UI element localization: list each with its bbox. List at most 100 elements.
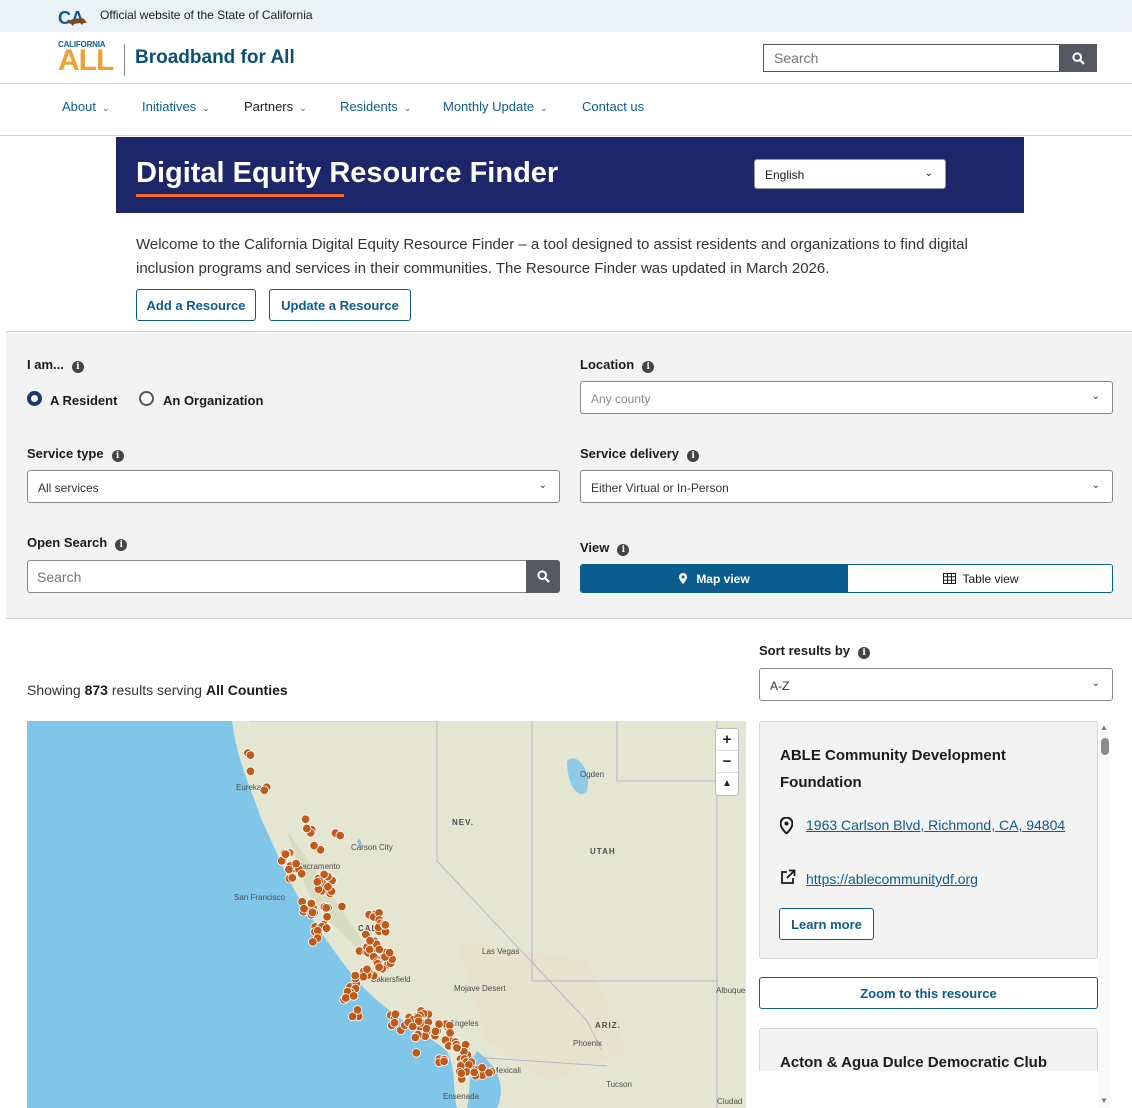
service-delivery-label: Service delivery i (580, 446, 700, 462)
resource-map-marker[interactable] (297, 869, 307, 879)
resource-map-marker[interactable] (322, 912, 332, 922)
resource-map-marker[interactable] (300, 814, 311, 825)
info-icon[interactable]: i (858, 647, 871, 659)
add-resource-button[interactable]: Add a Resource (136, 289, 256, 321)
map-view-button[interactable]: Map view (581, 565, 848, 592)
resource-map-marker[interactable] (445, 1028, 455, 1038)
resource-map-marker[interactable] (484, 1068, 494, 1078)
location-select[interactable]: Any county ⌄ (580, 381, 1113, 414)
resource-map-marker[interactable] (307, 907, 318, 918)
info-icon[interactable]: i (71, 361, 84, 373)
search-icon (1072, 51, 1085, 65)
nav-item-partners[interactable]: Partners ⌄ (244, 99, 307, 114)
resource-map-marker[interactable] (408, 1021, 418, 1032)
table-view-label: Table view (962, 571, 1019, 586)
resource-map-marker[interactable] (469, 1067, 479, 1078)
radio-resident-label[interactable]: A Resident (50, 393, 117, 408)
label-text: Service type (27, 446, 104, 461)
resource-map-marker[interactable] (390, 1009, 401, 1019)
open-search-input[interactable] (27, 560, 526, 593)
service-type-select[interactable]: All services ⌄ (27, 470, 560, 503)
table-view-button[interactable]: Table view (848, 565, 1112, 592)
scrollbar-thumb[interactable] (1101, 738, 1109, 755)
scroll-down-icon[interactable]: ▼ (1100, 1096, 1108, 1105)
resource-map-marker[interactable] (291, 858, 301, 869)
search-icon (536, 570, 550, 583)
nav-item-about[interactable]: About ⌄ (62, 99, 110, 114)
resource-map-marker[interactable] (389, 1018, 400, 1028)
compass-north-icon[interactable]: ▲ (716, 773, 738, 795)
resource-map-marker[interactable] (323, 882, 333, 892)
resource-website-link[interactable]: https://ablecommunitydf.org (806, 868, 978, 891)
resource-map-marker[interactable] (452, 1043, 462, 1053)
info-icon[interactable]: i (617, 544, 630, 556)
nav-item-contact-us[interactable]: Contact us (582, 99, 644, 114)
resource-card: ABLE Community Development Foundation 19… (759, 721, 1098, 959)
resource-map-marker[interactable] (321, 903, 331, 913)
resource-map-marker[interactable] (306, 898, 317, 909)
official-text: Official website of the State of Califor… (100, 8, 313, 22)
radio-organization-label[interactable]: An Organization (163, 393, 263, 408)
chevron-down-icon: ⌄ (101, 103, 110, 113)
language-select[interactable]: English ⌄ (754, 159, 946, 189)
scroll-up-icon[interactable]: ▲ (1100, 723, 1108, 732)
zoom-out-button[interactable]: − (716, 751, 738, 773)
resource-map-marker[interactable] (374, 944, 385, 955)
zoom-in-button[interactable]: + (716, 729, 738, 751)
resource-map-marker[interactable] (349, 991, 359, 1001)
card-fade (759, 1071, 1099, 1108)
resource-map-marker[interactable] (352, 1005, 363, 1015)
resource-map-marker[interactable] (341, 993, 351, 1003)
resource-map-marker[interactable] (456, 1068, 467, 1079)
resource-map-marker[interactable] (411, 1048, 422, 1058)
results-scrollbar[interactable]: ▲ ▼ (1099, 721, 1111, 1108)
resource-map-marker[interactable] (439, 1056, 449, 1067)
header-search-input[interactable] (763, 44, 1060, 72)
nav-label: Partners (244, 99, 294, 114)
resource-map-marker[interactable] (358, 971, 369, 982)
resource-map-marker[interactable] (280, 849, 291, 860)
resource-map-marker[interactable] (284, 864, 294, 875)
results-map[interactable]: Eureka NEV. Carson City Sacramento San Franc… (27, 721, 746, 1108)
location-label: Location i (580, 357, 655, 373)
resource-map-marker[interactable] (335, 830, 345, 841)
nav-item-residents[interactable]: Residents ⌄ (340, 99, 411, 114)
radio-resident[interactable] (27, 391, 42, 406)
resource-map-marker[interactable] (312, 877, 323, 887)
resource-map-marker[interactable] (384, 947, 395, 958)
info-icon[interactable]: i (687, 450, 700, 462)
info-icon[interactable]: i (115, 539, 128, 551)
resource-map-marker[interactable] (380, 920, 391, 930)
resource-map-marker[interactable] (365, 936, 375, 946)
resource-map-marker[interactable] (337, 901, 347, 912)
resource-map-marker[interactable] (299, 903, 309, 914)
resource-map-marker[interactable] (245, 750, 256, 760)
sort-select[interactable]: A-Z ⌄ (759, 668, 1113, 701)
nav-item-monthly-update[interactable]: Monthly Update ⌄ (443, 99, 548, 114)
resource-map-marker[interactable] (321, 923, 332, 933)
site-header: CALIFORNIA ALL Broadband for All (0, 32, 1132, 84)
resource-map-marker[interactable] (410, 1032, 421, 1043)
resource-map-marker[interactable] (287, 873, 298, 883)
resource-map-marker[interactable] (430, 1026, 441, 1037)
learn-more-button[interactable]: Learn more (779, 908, 874, 940)
resource-map-marker[interactable] (245, 766, 256, 777)
radio-organization[interactable] (139, 391, 154, 406)
resource-address-link[interactable]: 1963 Carlson Blvd, Richmond, CA, 94804 (806, 814, 1066, 837)
resource-map-marker[interactable] (308, 937, 318, 947)
resource-map-marker[interactable] (302, 823, 312, 834)
info-icon[interactable]: i (111, 450, 124, 462)
resource-map-marker[interactable] (309, 840, 319, 851)
zoom-to-resource-button[interactable]: Zoom to this resource (759, 977, 1098, 1009)
resource-map-marker[interactable] (350, 970, 360, 981)
update-resource-button[interactable]: Update a Resource (269, 289, 411, 321)
header-search-button[interactable] (1060, 44, 1097, 72)
resource-map-marker[interactable] (374, 962, 384, 972)
service-delivery-select[interactable]: Either Virtual or In-Person ⌄ (580, 470, 1113, 503)
resource-map-marker[interactable] (421, 1024, 432, 1034)
open-search-button[interactable] (526, 560, 560, 593)
info-icon[interactable]: i (642, 361, 655, 373)
resource-map-marker[interactable] (259, 785, 270, 796)
nav-item-initiatives[interactable]: Initiatives ⌄ (142, 99, 210, 114)
site-title[interactable]: Broadband for All (135, 47, 295, 69)
